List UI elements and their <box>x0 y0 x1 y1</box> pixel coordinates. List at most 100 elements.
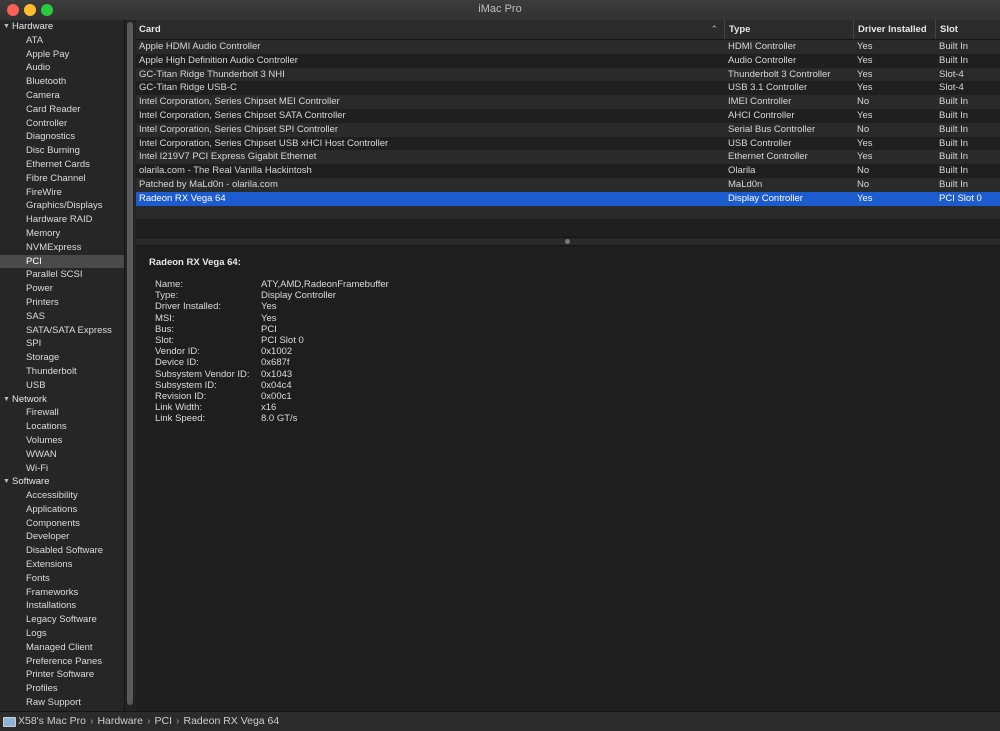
sidebar-item-logs[interactable]: Logs <box>0 627 124 641</box>
table-row[interactable]: GC-Titan Ridge USB-C USB 3.1 Controller Ye… <box>136 81 1000 96</box>
sidebar-item-spi[interactable]: SPI <box>0 337 124 351</box>
window-title: iMac Pro <box>478 3 522 15</box>
table-row[interactable]: Radeon RX Vega 64 Display Controller Yes PC… <box>136 191 1000 206</box>
split-view-divider[interactable] <box>136 237 1000 246</box>
column-header-type[interactable]: Type <box>724 20 853 39</box>
sidebar-item-managed-client[interactable]: Managed Client <box>0 641 124 655</box>
sidebar-item-audio[interactable]: Audio <box>0 61 124 75</box>
sidebar-item-raw-support[interactable]: Raw Support <box>0 696 124 710</box>
cell-card: Intel Corporation, Series Chipset SATA C… <box>139 109 346 121</box>
table-row[interactable]: Intel I219V7 PCI Express Gigabit Etherne… <box>136 150 1000 165</box>
property-key: Name: <box>155 279 183 290</box>
cell-driver-installed: Yes <box>857 54 873 66</box>
sidebar-item-graphics-displays[interactable]: Graphics/Displays <box>0 199 124 213</box>
sidebar-item-diagnostics[interactable]: Diagnostics <box>0 130 124 144</box>
cell-type: Display Controller <box>728 192 803 204</box>
sidebar-item-sas[interactable]: SAS <box>0 310 124 324</box>
sidebar-item-storage[interactable]: Storage <box>0 351 124 365</box>
cell-slot: Built In <box>939 109 969 121</box>
sidebar-item-ethernet-cards[interactable]: Ethernet Cards <box>0 158 124 172</box>
sidebar-item-components[interactable]: Components <box>0 517 124 531</box>
column-header-card[interactable]: Card ⌃ <box>136 20 724 39</box>
sidebar-group-label: Hardware <box>12 21 54 32</box>
cell-card: Apple High Definition Audio Controller <box>139 54 298 66</box>
disclosure-triangle-icon[interactable]: ▼ <box>3 393 10 407</box>
cell-slot: Built In <box>939 137 969 149</box>
cell-card: Patched by MaLd0n - olarila.com <box>139 178 278 190</box>
column-header-slot-label: Slot <box>940 24 958 35</box>
sidebar-item-developer[interactable]: Developer <box>0 530 124 544</box>
sidebar-item-sata-sata-express[interactable]: SATA/SATA Express <box>0 324 124 338</box>
sidebar-item-frameworks[interactable]: Frameworks <box>0 586 124 600</box>
sidebar-item-card-reader[interactable]: Card Reader <box>0 103 124 117</box>
sidebar-item-power[interactable]: Power <box>0 282 124 296</box>
sidebar-group-network[interactable]: ▼ Network <box>0 393 124 407</box>
sidebar-item-firewall[interactable]: Firewall <box>0 406 124 420</box>
cell-type: MaLd0n <box>728 178 763 190</box>
sidebar-scrollbar[interactable] <box>124 20 136 711</box>
sidebar-item-profiles[interactable]: Profiles <box>0 682 124 696</box>
table-row[interactable]: Apple HDMI Audio Controller HDMI Controll… <box>136 40 1000 54</box>
sidebar-item-printers[interactable]: Printers <box>0 296 124 310</box>
sidebar-item-apple-pay[interactable]: Apple Pay <box>0 48 124 62</box>
property-key: Device ID: <box>155 357 199 369</box>
sidebar-item-pci[interactable]: PCI <box>0 254 124 269</box>
sidebar-item-wi-fi[interactable]: Wi-Fi <box>0 462 124 476</box>
property-value: 0x687f <box>261 357 290 369</box>
sidebar-item-applications[interactable]: Applications <box>0 503 124 517</box>
sidebar-item-usb[interactable]: USB <box>0 379 124 393</box>
sidebar-item-nvmexpress[interactable]: NVMExpress <box>0 241 124 255</box>
sidebar-item-disc-burning[interactable]: Disc Burning <box>0 144 124 158</box>
table-row[interactable]: Intel Corporation, Series Chipset MEI Co… <box>136 95 1000 109</box>
table-row-empty <box>136 219 1000 234</box>
sidebar-scrollbar-thumb[interactable] <box>127 22 133 705</box>
column-header-slot[interactable]: Slot <box>935 20 1000 39</box>
path-bar: X58's Mac Pro › Hardware › PCI › Radeon RX Veg… <box>0 711 1000 731</box>
sidebar-item-ata[interactable]: ATA <box>0 34 124 48</box>
table-row[interactable]: olarila.com - The Real Vanilla Hackintos… <box>136 164 1000 178</box>
cell-type: Olarila <box>728 165 756 177</box>
sidebar-group-hardware[interactable]: ▼ Hardware <box>0 20 124 34</box>
table-row[interactable]: Patched by MaLd0n - olarila.com MaLd0n No B… <box>136 177 1000 192</box>
sidebar-item-fonts[interactable]: Fonts <box>0 572 124 586</box>
sidebar-item-camera[interactable]: Camera <box>0 89 124 103</box>
sidebar-item-preference-panes[interactable]: Preference Panes <box>0 655 124 669</box>
disclosure-triangle-icon[interactable]: ▼ <box>3 20 10 34</box>
breadcrumb-item[interactable]: Radeon RX Vega 64 <box>184 715 280 727</box>
breadcrumb-item[interactable]: Hardware <box>97 715 143 727</box>
sidebar-item-parallel-scsi[interactable]: Parallel SCSI <box>0 268 124 282</box>
cell-driver-installed: Yes <box>857 192 873 204</box>
table-row[interactable]: Intel Corporation, Series Chipset USB xH… <box>136 136 1000 151</box>
sidebar-item-thunderbolt[interactable]: Thunderbolt <box>0 365 124 379</box>
sidebar-item-accessibility[interactable]: Accessibility <box>0 489 124 503</box>
sidebar-item-locations[interactable]: Locations <box>0 420 124 434</box>
sidebar-item-memory[interactable]: Memory <box>0 227 124 241</box>
sidebar-item-wwan[interactable]: WWAN <box>0 448 124 462</box>
table-row[interactable]: Intel Corporation, Series Chipset SPI Co… <box>136 122 1000 137</box>
breadcrumb-item[interactable]: PCI <box>154 715 172 727</box>
breadcrumb: X58's Mac Pro › Hardware › PCI › Radeon RX Veg… <box>18 712 279 731</box>
sidebar-item-legacy-software[interactable]: Legacy Software <box>0 613 124 627</box>
sidebar-item-disabled-software[interactable]: Disabled Software <box>0 544 124 558</box>
sidebar-item-extensions[interactable]: Extensions <box>0 558 124 572</box>
property-key: Revision ID: <box>155 390 207 402</box>
sidebar-item-controller[interactable]: Controller <box>0 117 124 131</box>
breadcrumb-item[interactable]: X58's Mac Pro <box>18 715 86 727</box>
disclosure-triangle-icon[interactable]: ▼ <box>3 475 10 489</box>
cell-slot: Built In <box>939 123 969 135</box>
sidebar-item-printer-software[interactable]: Printer Software <box>0 668 124 682</box>
sidebar-item-installations[interactable]: Installations <box>0 599 124 613</box>
table-row[interactable]: Apple High Definition Audio Controller Au… <box>136 53 1000 68</box>
divider-handle-icon[interactable] <box>565 239 570 244</box>
sidebar-item-firewire[interactable]: FireWire <box>0 186 124 200</box>
property-key: Subsystem Vendor ID: <box>155 368 250 380</box>
column-header-driver-installed[interactable]: Driver Installed <box>853 20 935 39</box>
table-row[interactable]: Intel Corporation, Series Chipset SATA C… <box>136 108 1000 123</box>
sidebar-item-hardware-raid[interactable]: Hardware RAID <box>0 213 124 227</box>
sidebar-item-fibre-channel[interactable]: Fibre Channel <box>0 172 124 186</box>
sidebar-item-bluetooth[interactable]: Bluetooth <box>0 75 124 89</box>
cell-type: Audio Controller <box>728 54 797 66</box>
sidebar-item-volumes[interactable]: Volumes <box>0 434 124 448</box>
table-row[interactable]: GC-Titan Ridge Thunderbolt 3 NHI Thunderb… <box>136 67 1000 82</box>
sidebar-group-software[interactable]: ▼ Software <box>0 475 124 489</box>
